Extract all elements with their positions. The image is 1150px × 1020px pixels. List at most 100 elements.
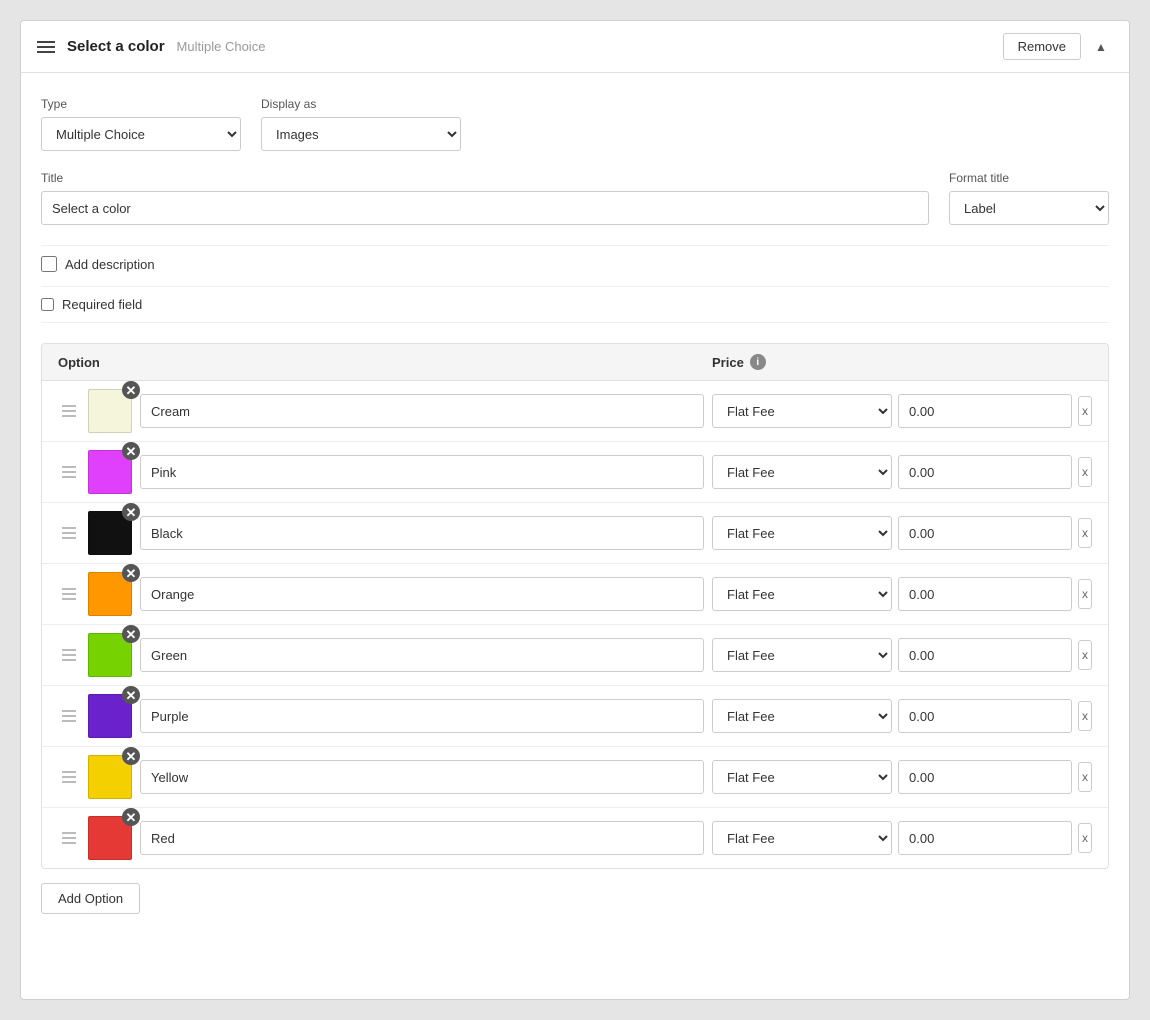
color-swatch-wrapper: ✕ bbox=[88, 450, 132, 494]
remove-swatch-button[interactable]: ✕ bbox=[122, 808, 140, 826]
color-swatch-wrapper: ✕ bbox=[88, 694, 132, 738]
format-title-field-group: Format title Label None Bold bbox=[949, 171, 1109, 225]
title-row: Title Format title Label None Bold bbox=[41, 171, 1109, 225]
col-price-header: Price i bbox=[712, 354, 1092, 370]
remove-option-button[interactable]: x bbox=[1078, 762, 1092, 792]
header-left: Select a color Multiple Choice bbox=[37, 38, 265, 55]
type-select[interactable]: Multiple Choice Single Choice Dropdown bbox=[41, 117, 241, 151]
menu-icon[interactable] bbox=[37, 41, 55, 53]
option-name-input[interactable] bbox=[140, 577, 704, 611]
remove-option-button[interactable]: x bbox=[1078, 579, 1092, 609]
price-info-icon[interactable]: i bbox=[750, 354, 766, 370]
price-section: Flat Fee Percentage None x bbox=[712, 516, 1092, 550]
chevron-up-icon[interactable]: ▲ bbox=[1089, 35, 1113, 59]
price-value-input[interactable] bbox=[898, 516, 1072, 550]
type-field-group: Type Multiple Choice Single Choice Dropd… bbox=[41, 97, 241, 151]
remove-swatch-button[interactable]: ✕ bbox=[122, 747, 140, 765]
option-name-input[interactable] bbox=[140, 760, 704, 794]
price-type-select[interactable]: Flat Fee Percentage None bbox=[712, 699, 892, 733]
drag-handle[interactable] bbox=[58, 706, 80, 726]
header-right: Remove ▲ bbox=[1003, 33, 1113, 60]
option-name-input[interactable] bbox=[140, 821, 704, 855]
display-select[interactable]: Images Buttons Dropdown bbox=[261, 117, 461, 151]
add-description-checkbox[interactable] bbox=[41, 256, 57, 272]
remove-swatch-button[interactable]: ✕ bbox=[122, 442, 140, 460]
required-field-label: Required field bbox=[62, 297, 142, 312]
drag-handle[interactable] bbox=[58, 584, 80, 604]
add-option-button[interactable]: Add Option bbox=[41, 883, 140, 914]
options-table-header: Option Price i bbox=[42, 344, 1108, 381]
display-field-group: Display as Images Buttons Dropdown bbox=[261, 97, 461, 151]
price-type-select[interactable]: Flat Fee Percentage None bbox=[712, 455, 892, 489]
title-input[interactable] bbox=[41, 191, 929, 225]
price-value-input[interactable] bbox=[898, 760, 1072, 794]
table-row: ✕ Flat Fee Percentage None x bbox=[42, 442, 1108, 503]
price-type-select[interactable]: Flat Fee Percentage None bbox=[712, 516, 892, 550]
price-section: Flat Fee Percentage None x bbox=[712, 699, 1092, 733]
price-value-input[interactable] bbox=[898, 699, 1072, 733]
drag-handle[interactable] bbox=[58, 401, 80, 421]
option-name-input[interactable] bbox=[140, 699, 704, 733]
color-swatch-wrapper: ✕ bbox=[88, 511, 132, 555]
price-section: Flat Fee Percentage None x bbox=[712, 638, 1092, 672]
price-value-input[interactable] bbox=[898, 455, 1072, 489]
color-swatch-wrapper: ✕ bbox=[88, 572, 132, 616]
remove-swatch-button[interactable]: ✕ bbox=[122, 381, 140, 399]
main-card: Select a color Multiple Choice Remove ▲ … bbox=[20, 20, 1130, 1000]
price-section: Flat Fee Percentage None x bbox=[712, 577, 1092, 611]
drag-handle[interactable] bbox=[58, 523, 80, 543]
remove-button[interactable]: Remove bbox=[1003, 33, 1081, 60]
price-section: Flat Fee Percentage None x bbox=[712, 455, 1092, 489]
price-section: Flat Fee Percentage None x bbox=[712, 394, 1092, 428]
remove-swatch-button[interactable]: ✕ bbox=[122, 503, 140, 521]
display-label: Display as bbox=[261, 97, 461, 111]
price-section: Flat Fee Percentage None x bbox=[712, 821, 1092, 855]
title-label: Title bbox=[41, 171, 929, 185]
remove-option-button[interactable]: x bbox=[1078, 518, 1092, 548]
drag-handle[interactable] bbox=[58, 462, 80, 482]
option-name-input[interactable] bbox=[140, 516, 704, 550]
options-rows-container: ✕ Flat Fee Percentage None x ✕ Flat Fee … bbox=[42, 381, 1108, 868]
price-value-input[interactable] bbox=[898, 577, 1072, 611]
format-title-select[interactable]: Label None Bold bbox=[949, 191, 1109, 225]
table-row: ✕ Flat Fee Percentage None x bbox=[42, 747, 1108, 808]
remove-option-button[interactable]: x bbox=[1078, 457, 1092, 487]
price-type-select[interactable]: Flat Fee Percentage None bbox=[712, 821, 892, 855]
drag-handle[interactable] bbox=[58, 767, 80, 787]
price-value-input[interactable] bbox=[898, 394, 1072, 428]
add-description-row: Add description bbox=[41, 245, 1109, 282]
options-table: Option Price i ✕ Flat Fee Percentage Non… bbox=[41, 343, 1109, 869]
remove-option-button[interactable]: x bbox=[1078, 823, 1092, 853]
required-field-checkbox[interactable] bbox=[41, 298, 54, 311]
price-type-select[interactable]: Flat Fee Percentage None bbox=[712, 394, 892, 428]
header-subtitle: Multiple Choice bbox=[177, 39, 266, 54]
add-description-label: Add description bbox=[65, 257, 155, 272]
header-title: Select a color bbox=[67, 38, 165, 55]
color-swatch-wrapper: ✕ bbox=[88, 755, 132, 799]
option-name-input[interactable] bbox=[140, 638, 704, 672]
remove-swatch-button[interactable]: ✕ bbox=[122, 564, 140, 582]
drag-handle[interactable] bbox=[58, 645, 80, 665]
remove-swatch-button[interactable]: ✕ bbox=[122, 625, 140, 643]
table-row: ✕ Flat Fee Percentage None x bbox=[42, 625, 1108, 686]
col-option-header: Option bbox=[58, 355, 712, 370]
price-value-input[interactable] bbox=[898, 638, 1072, 672]
table-row: ✕ Flat Fee Percentage None x bbox=[42, 686, 1108, 747]
price-type-select[interactable]: Flat Fee Percentage None bbox=[712, 760, 892, 794]
remove-option-button[interactable]: x bbox=[1078, 701, 1092, 731]
format-title-label: Format title bbox=[949, 171, 1109, 185]
drag-handle[interactable] bbox=[58, 828, 80, 848]
card-header: Select a color Multiple Choice Remove ▲ bbox=[21, 21, 1129, 73]
remove-option-button[interactable]: x bbox=[1078, 640, 1092, 670]
option-name-input[interactable] bbox=[140, 455, 704, 489]
remove-swatch-button[interactable]: ✕ bbox=[122, 686, 140, 704]
option-name-input[interactable] bbox=[140, 394, 704, 428]
card-body: Type Multiple Choice Single Choice Dropd… bbox=[21, 73, 1129, 934]
price-value-input[interactable] bbox=[898, 821, 1072, 855]
color-swatch-wrapper: ✕ bbox=[88, 633, 132, 677]
required-field-row: Required field bbox=[41, 286, 1109, 323]
table-row: ✕ Flat Fee Percentage None x bbox=[42, 381, 1108, 442]
price-type-select[interactable]: Flat Fee Percentage None bbox=[712, 577, 892, 611]
price-type-select[interactable]: Flat Fee Percentage None bbox=[712, 638, 892, 672]
remove-option-button[interactable]: x bbox=[1078, 396, 1092, 426]
